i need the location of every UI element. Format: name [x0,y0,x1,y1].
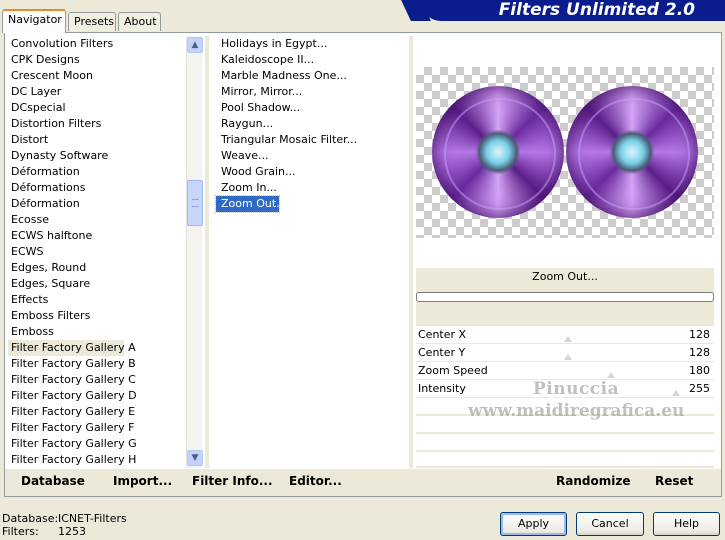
filter-item[interactable]: Raygun... [216,116,406,132]
category-item[interactable]: CPK Designs [8,52,186,68]
scroll-down-button[interactable]: ▼ [187,450,203,466]
status-filters-value: 1253 [58,525,86,538]
app-title: Filters Unlimited 2.0 [498,0,695,20]
app-title-banner: Filters Unlimited 2.0 [420,0,725,21]
watermark-url: www.maidiregrafica.eu [468,401,685,421]
bottom-toolbar: Database Import... Filter Info... Editor… [5,469,721,496]
category-item[interactable]: Dynasty Software [8,148,186,164]
filter-item[interactable]: Holidays in Egypt... [216,36,406,52]
scroll-thumb[interactable] [187,180,203,226]
category-item[interactable]: DC Layer [8,84,186,100]
category-item[interactable]: Filter Factory Gallery B [8,356,186,372]
filter-item[interactable]: Mirror, Mirror... [216,84,406,100]
category-item[interactable]: Filter Factory Gallery D [8,388,186,404]
filter-item[interactable]: Pool Shadow... [216,100,406,116]
preview-image [416,67,714,238]
category-item[interactable]: ECWS [8,244,186,260]
filter-item[interactable]: Kaleidoscope II... [216,52,406,68]
category-item[interactable]: ECWS halftone [8,228,186,244]
empty-param-row [416,452,714,466]
filter-info-button[interactable]: Filter Info... [192,474,273,488]
slider-tick-icon[interactable] [564,334,572,342]
preview-orb-left [432,86,564,218]
slider-tick-icon[interactable] [672,388,680,396]
grip-icon [192,199,199,207]
category-item[interactable]: Déformation [8,196,186,212]
filter-list[interactable]: Holidays in Egypt... Kaleidoscope II... Ma… [215,36,406,468]
slider-tick-icon[interactable] [564,352,572,360]
chevron-up-icon: ▲ [191,40,199,50]
param-row[interactable]: Center Y 128 [416,344,714,362]
param-row[interactable]: Zoom Speed 180 [416,362,714,380]
category-item[interactable]: Déformations [8,180,186,196]
param-label: Zoom Speed [418,364,488,377]
param-value: 128 [689,346,710,359]
apply-button[interactable]: Apply [500,512,567,536]
category-item[interactable]: Filter Factory Gallery A [8,340,136,356]
tab-bar: Navigator Presets About Filters Unlimite… [0,0,725,33]
status-info: Database:ICNET-Filters Filters: 1253 [2,512,127,538]
status-database-label: Database: [2,512,59,525]
filter-item[interactable]: Zoom In... [216,180,406,196]
param-value: 255 [689,382,710,395]
status-filters-label: Filters: [2,525,39,538]
category-item[interactable]: Filter Factory Gallery E [8,404,186,420]
filter-item[interactable]: Weave... [216,148,406,164]
filter-controls: Zoom Out... Center X 128 Center Y 128 Zoom S… [416,268,714,468]
category-item[interactable]: Filter Factory Gallery H [8,452,186,468]
category-item[interactable]: Ecosse [8,212,186,228]
help-button[interactable]: Help [653,512,720,536]
filter-item[interactable]: Zoom Out... [215,195,287,213]
category-item[interactable]: Emboss [8,324,186,340]
filter-item[interactable]: Wood Grain... [216,164,406,180]
watermark-name: Pinuccia [533,379,620,399]
filter-item[interactable]: Marble Madness One... [216,68,406,84]
param-row[interactable]: Center X 128 [416,326,714,344]
category-item[interactable]: Emboss Filters [8,308,186,324]
category-item[interactable]: Déformation [8,164,186,180]
param-value: 128 [689,328,710,341]
import-button[interactable]: Import... [113,474,172,488]
category-item[interactable]: Distortion Filters [8,116,186,132]
filter-item[interactable]: Triangular Mosaic Filter... [216,132,406,148]
tab-navigator[interactable]: Navigator [2,9,66,33]
category-item[interactable]: Crescent Moon [8,68,186,84]
category-item[interactable]: Filter Factory Gallery F [8,420,186,436]
scroll-up-button[interactable]: ▲ [187,37,203,53]
randomize-button[interactable]: Randomize [556,474,630,488]
category-item[interactable]: Distort [8,132,186,148]
filter-name-label: Zoom Out... [532,270,598,283]
param-label: Center Y [418,346,466,359]
category-item[interactable]: Edges, Round [8,260,186,276]
category-scrollbar[interactable]: ▲ ▼ [186,36,203,468]
cancel-button[interactable]: Cancel [576,512,644,536]
category-item[interactable]: Edges, Square [8,276,186,292]
chevron-down-icon: ▼ [191,453,199,463]
progress-bar [416,292,714,302]
status-database-value: ICNET-Filters [58,512,127,525]
param-label: Intensity [418,382,466,395]
tab-about[interactable]: About [118,12,161,31]
database-button[interactable]: Database [21,474,85,488]
empty-param-row [416,434,714,450]
slider-tick-icon[interactable] [607,370,616,378]
category-item[interactable]: DCspecial [8,100,186,116]
category-item[interactable]: Filter Factory Gallery G [8,436,186,452]
category-list[interactable]: Convolution Filters CPK Designs Crescent M… [8,36,186,468]
preview-orb-right [566,86,698,218]
param-label: Center X [418,328,467,341]
list-divider[interactable] [409,36,413,468]
list-divider[interactable] [205,36,209,468]
category-item[interactable]: Effects [8,292,186,308]
category-item[interactable]: Convolution Filters [8,36,186,52]
category-item[interactable]: Filter Factory Gallery C [8,372,186,388]
reset-button[interactable]: Reset [655,474,693,488]
param-value: 180 [689,364,710,377]
tab-presets[interactable]: Presets [68,12,116,31]
editor-button[interactable]: Editor... [289,474,342,488]
